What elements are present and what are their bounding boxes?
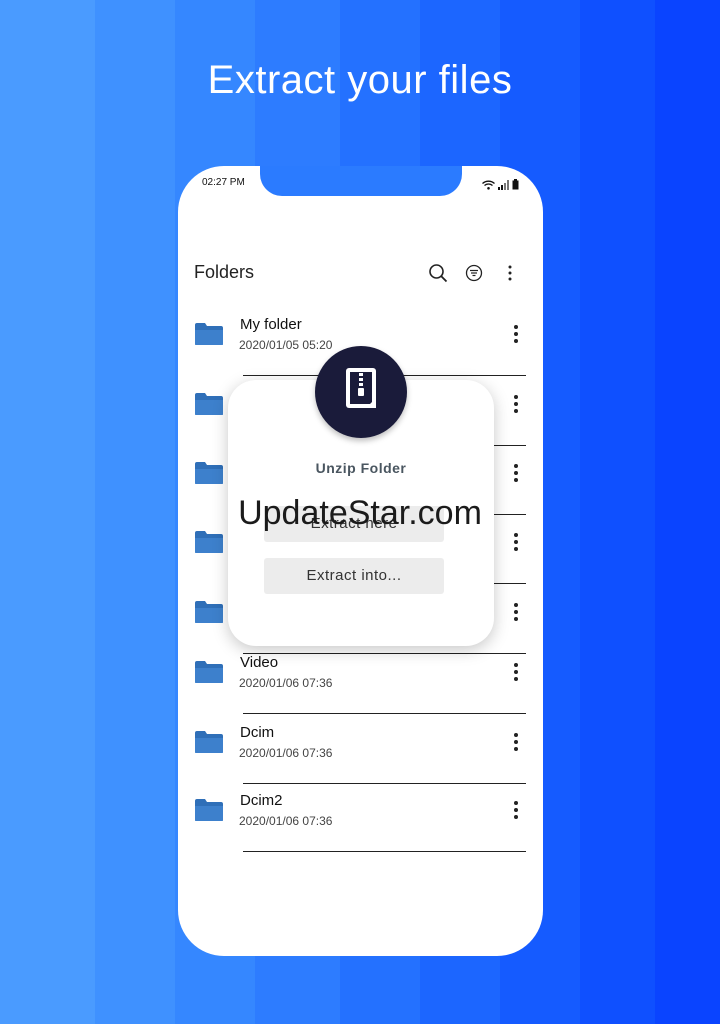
appbar-actions [427,262,521,284]
filter-icon[interactable] [463,262,485,284]
folder-name: Video [240,654,279,671]
folder-icon [194,798,224,822]
more-vertical-icon[interactable] [511,324,521,344]
list-item[interactable]: Dcim 2020/01/06 07:36 [178,714,543,784]
folder-icon [194,322,224,346]
folder-date: 2020/01/06 07:36 [239,746,333,760]
more-vertical-icon[interactable] [511,732,521,752]
folder-name: Dcim2 [240,792,283,809]
folder-icon [194,530,224,554]
extract-here-button[interactable]: Extract here [264,506,444,542]
status-time: 02:27 PM [202,177,245,188]
dialog-title: Unzip Folder [315,460,407,476]
headline: Extract your files [207,58,513,102]
more-vertical-icon[interactable] [511,602,521,622]
folder-icon [194,461,224,485]
phone-notch [260,166,462,196]
more-vertical-icon[interactable] [511,394,521,414]
folder-icon [194,660,224,684]
extract-into-button[interactable]: Extract into... [264,558,444,594]
list-item[interactable]: Video 2020/01/06 07:36 [178,644,543,714]
zip-file-icon [315,346,407,438]
folder-name: My folder [240,316,302,333]
folder-date: 2020/01/06 07:36 [239,814,333,828]
more-vertical-icon[interactable] [499,262,521,284]
wifi-icon [482,175,495,194]
more-vertical-icon[interactable] [511,463,521,483]
divider [243,851,526,852]
list-item[interactable]: Dcim2 2020/01/06 07:36 [178,782,543,852]
folder-date: 2020/01/06 07:36 [239,676,333,690]
page-title: Folders [194,262,255,282]
folder-icon [194,730,224,754]
signal-icon [498,175,509,194]
search-icon[interactable] [427,262,449,284]
folder-icon [194,392,224,416]
more-vertical-icon[interactable] [511,662,521,682]
folder-name: Dcim [240,724,275,741]
status-icons [482,175,519,194]
battery-icon [512,175,519,194]
more-vertical-icon[interactable] [511,532,521,552]
more-vertical-icon[interactable] [511,800,521,820]
folder-icon [194,600,224,624]
